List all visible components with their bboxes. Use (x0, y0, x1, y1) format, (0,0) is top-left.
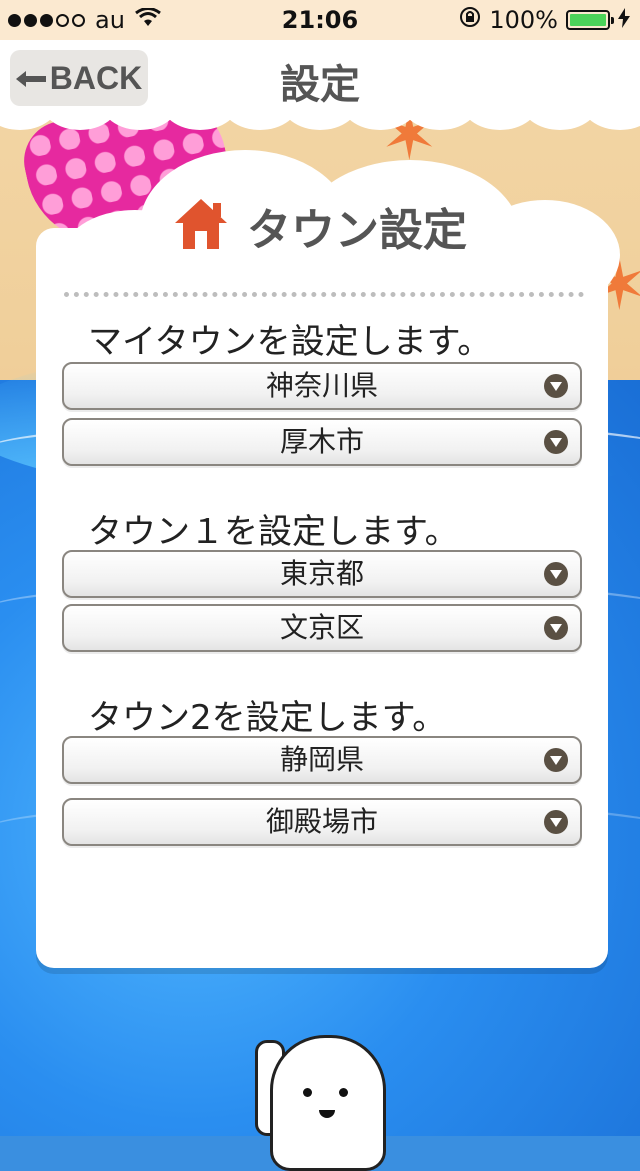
town2-city-select[interactable]: 御殿場市 (62, 798, 582, 846)
mascot-character (270, 1035, 386, 1171)
select-value: 神奈川県 (265, 369, 378, 402)
status-bar: au 21:06 100% (0, 0, 640, 40)
home-icon (173, 197, 229, 255)
town1-label: タウン１を設定します。 (88, 512, 459, 552)
battery-icon (566, 10, 614, 30)
mytown-city-select[interactable]: 厚木市 (62, 418, 582, 466)
mytown-label: マイタウンを設定します。 (88, 322, 492, 362)
town1-city-select[interactable]: 文京区 (62, 604, 582, 652)
chevron-down-icon (544, 616, 568, 640)
chevron-down-icon (544, 374, 568, 398)
select-value: 静岡県 (279, 743, 364, 776)
town2-prefecture-select[interactable]: 静岡県 (62, 736, 582, 784)
select-value: 厚木市 (279, 425, 364, 458)
panel-title: タウン設定 (247, 205, 467, 256)
chevron-down-icon (544, 748, 568, 772)
battery-percent: 100% (489, 6, 558, 34)
mytown-prefecture-select[interactable]: 神奈川県 (62, 362, 582, 410)
page-title: 設定 (280, 62, 360, 108)
select-value: 文京区 (279, 611, 364, 644)
chevron-down-icon (544, 810, 568, 834)
select-value: 東京都 (279, 557, 364, 590)
town2-label: タウン2を設定します。 (88, 698, 447, 738)
orientation-lock-icon (459, 6, 481, 34)
chevron-down-icon (544, 430, 568, 454)
divider (64, 292, 584, 297)
panel-header: タウン設定 (0, 196, 640, 256)
select-value: 御殿場市 (265, 805, 378, 838)
charging-icon (618, 6, 630, 34)
town1-prefecture-select[interactable]: 東京都 (62, 550, 582, 598)
chevron-down-icon (544, 562, 568, 586)
